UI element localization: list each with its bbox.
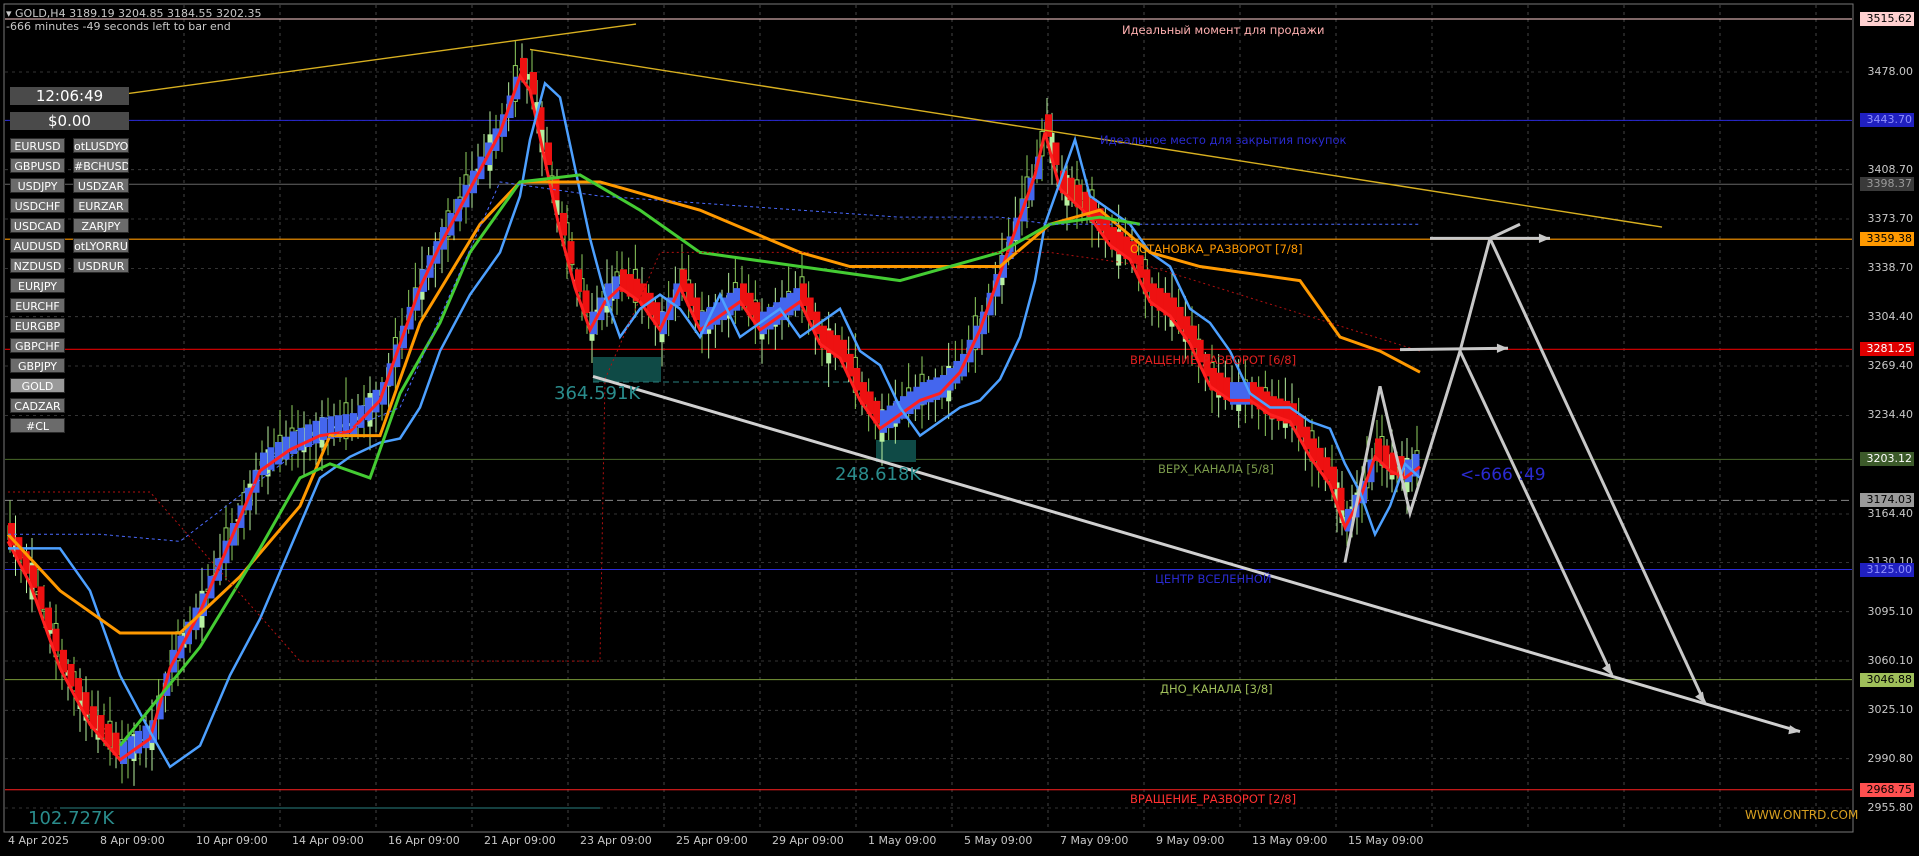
price-tick-label: 3164.40 [1867, 507, 1914, 520]
volume-label-1: 364.591K [554, 383, 641, 404]
symbol-button-usdchf[interactable]: USDCHF [10, 198, 65, 213]
price-tick-label: 2990.80 [1867, 751, 1914, 765]
time-tick-label: 5 May 09:00 [964, 834, 1033, 847]
watermark: WWW.ONTRD.COM [1745, 808, 1859, 822]
time-tick-label: 10 Apr 09:00 [196, 834, 268, 847]
rotation-68-label: ВРАЩЕНИЕ_РАЗВОРОТ [6/8] [1130, 353, 1297, 367]
time-tick-label: 1 May 09:00 [868, 834, 937, 847]
time-tick-label: 14 Apr 09:00 [292, 834, 364, 847]
symbol-button-eurchf[interactable]: EURCHF [10, 298, 65, 313]
price-tick-label: 3269.40 [1867, 359, 1914, 373]
price-tick-label: 3304.40 [1867, 309, 1914, 323]
symbol-button-usdzar[interactable]: USDZAR [73, 178, 129, 193]
time-tick-label: 4 Apr 2025 [8, 834, 70, 847]
symbol-button-eurzar[interactable]: EURZAR [73, 198, 129, 213]
time-tick-label: 7 May 09:00 [1060, 834, 1129, 847]
symbol-button-cadzar[interactable]: CADZAR [10, 398, 65, 413]
symbol-button-zarjpy[interactable]: ZARJPY [73, 218, 129, 233]
time-tick-label: 9 May 09:00 [1156, 834, 1225, 847]
volume-label-3: 102.727K [28, 808, 115, 829]
time-tick-label: 25 Apr 09:00 [676, 834, 748, 847]
time-tick-label: 13 May 09:00 [1252, 834, 1328, 847]
time-tick-label: 21 Apr 09:00 [484, 834, 556, 847]
symbol-button-eurusd[interactable]: EURUSD [10, 138, 65, 153]
header-menu-triangle-icon[interactable]: ▾ [6, 7, 12, 20]
symbol-button-cl[interactable]: #CL [10, 418, 65, 433]
symbol-button-gbpusd[interactable]: GBPUSD [10, 158, 65, 173]
rotation-28-label: ВРАЩЕНИЕ_РАЗВОРОТ [2/8] [1130, 792, 1297, 806]
price-tick-label: 3478.00 [1867, 65, 1914, 79]
volume-label-2: 248.618K [835, 464, 922, 485]
forecast-right-arrow-2 [1399, 346, 1509, 352]
symbol-button-usdcad[interactable]: USDCAD [10, 218, 65, 233]
price-level-tag: 3125.00 [1860, 562, 1914, 577]
clock-display: 12:06:49 [10, 87, 129, 105]
channel-bottom-label: ДНО_КАНАЛА [3/8] [1160, 682, 1273, 696]
sell-moment-label: Идеальный момент для продажи [1122, 23, 1325, 37]
price-tick-label: 3373.70 [1867, 212, 1914, 226]
time-tick-label: 29 Apr 09:00 [772, 834, 844, 847]
price-tick-label: 3234.40 [1867, 408, 1914, 422]
channel-top-label: ВЕРХ_КАНАЛА [5/8] [1158, 462, 1274, 476]
price-level-tag: 3174.03 [1860, 493, 1914, 508]
price-tick-label: 3060.10 [1867, 654, 1914, 667]
symbol-button-otlyorru[interactable]: otLYORRU [73, 238, 129, 253]
price-level-tag: 3359.38 [1860, 232, 1914, 247]
price-tick-label: 3095.10 [1867, 604, 1914, 618]
stop-reversal-label: ОСТАНОВКА_РАЗВОРОТ [7/8] [1130, 242, 1303, 256]
center-label: ЦЕНТР ВСЕЛЕННОЙ [1155, 572, 1272, 586]
price-level-tag: 3046.88 [1860, 672, 1914, 687]
symbol-button-gbpjpy[interactable]: GBPJPY [10, 358, 65, 373]
symbol-button-usdrur[interactable]: USDRUR [73, 258, 129, 273]
symbol-button-eurjpy[interactable]: EURJPY [10, 278, 65, 293]
price-level-tag: 3443.70 [1860, 113, 1914, 128]
bar-countdown: -666 minutes -49 seconds left to bar end [6, 20, 231, 33]
price-tick-label: 2955.80 [1867, 801, 1914, 814]
symbol-button-gold[interactable]: GOLD [10, 378, 65, 393]
time-tick-label: 8 Apr 09:00 [100, 834, 165, 847]
symbol-button-eurgbp[interactable]: EURGBP [10, 318, 65, 333]
symbol-button-nzdusd[interactable]: NZDUSD [10, 258, 65, 273]
symbol-button-gbpchf[interactable]: GBPCHF [10, 338, 65, 353]
countdown-arrow-label: <-666 :49 [1460, 465, 1546, 485]
price-level-tag: 3281.25 [1860, 342, 1914, 357]
price-tick-label: 3408.70 [1867, 162, 1914, 176]
symbol-button-usdjpy[interactable]: USDJPY [10, 178, 65, 193]
symbol-header: ▾ GOLD,H4 3189.19 3204.85 3184.55 3202.3… [6, 7, 262, 20]
price-level-tag: 3398.37 [1860, 177, 1914, 192]
price-chart[interactable]: ▾ GOLD,H4 3189.19 3204.85 3184.55 3202.3… [0, 0, 1919, 852]
price-level-tag: 3203.12 [1860, 452, 1914, 467]
price-tick-label: 3025.10 [1867, 703, 1914, 717]
price-tick-label: 3338.70 [1867, 261, 1914, 275]
symbol-button-bchusd[interactable]: #BCHUSD [73, 158, 129, 173]
time-tick-label: 23 Apr 09:00 [580, 834, 652, 847]
chart-canvas[interactable] [0, 0, 1919, 852]
balance-display: $0.00 [10, 112, 129, 130]
symbol-ohlc: GOLD,H4 3189.19 3204.85 3184.55 3202.35 [15, 7, 262, 20]
price-level-tag: 3515.62 [1860, 12, 1914, 26]
time-tick-label: 16 Apr 09:00 [388, 834, 460, 847]
close-buys-label: Идеальное место для закрытия покупок [1100, 133, 1347, 147]
price-level-tag: 2968.75 [1860, 782, 1914, 797]
symbol-button-audusd[interactable]: AUDUSD [10, 238, 65, 253]
symbol-button-otlusdyo[interactable]: otLUSDYO [73, 138, 129, 153]
time-tick-label: 15 May 09:00 [1348, 834, 1424, 847]
